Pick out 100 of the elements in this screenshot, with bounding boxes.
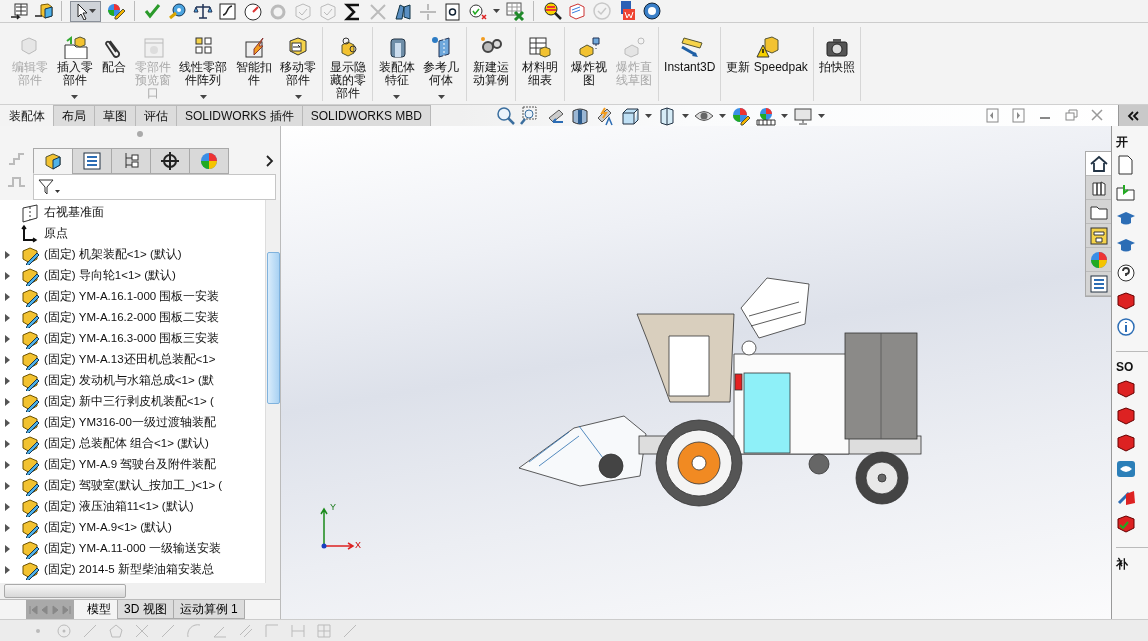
horizontal-scrollbar[interactable]	[0, 583, 280, 599]
caret-icon[interactable]	[71, 95, 79, 99]
expand-arrow-icon[interactable]	[4, 502, 12, 511]
expand-arrow-icon[interactable]	[4, 523, 12, 532]
next-pane-icon[interactable]	[1012, 108, 1026, 123]
tree-item[interactable]: (固定) YM-A.16.3-000 围板三安装	[44, 331, 220, 346]
toolbar-button[interactable]: 拍快照	[815, 27, 858, 101]
grid-cross-icon[interactable]	[505, 1, 525, 21]
vertical-scrollbar[interactable]	[265, 200, 280, 583]
toolbar-button[interactable]: 配合	[96, 27, 131, 101]
tree-item[interactable]: (固定) YM-A.9 驾驶台及附件装配	[44, 457, 217, 472]
check-cross-icon[interactable]	[468, 1, 488, 21]
cube-logo-icon[interactable]	[1116, 405, 1136, 425]
scene-icon[interactable]	[756, 105, 777, 126]
gauge-icon[interactable]	[243, 1, 263, 21]
eye-badge-icon[interactable]	[1116, 459, 1136, 479]
tree-item[interactable]: 原点	[44, 226, 68, 241]
help-circle-icon[interactable]	[1116, 263, 1136, 283]
tree-item[interactable]: (固定) YM-A.9<1> (默认)	[44, 520, 172, 535]
filter-field[interactable]	[33, 174, 276, 200]
cube-logo-icon[interactable]	[1116, 378, 1136, 398]
expand-arrow-icon[interactable]	[4, 250, 12, 259]
view-orientation-icon[interactable]	[620, 105, 641, 126]
expand-arrow-icon[interactable]	[4, 418, 12, 427]
curve-icon[interactable]	[218, 1, 238, 21]
toolbar-button[interactable]: 更新 Speedpak	[723, 27, 811, 101]
tape-measure-icon[interactable]	[168, 1, 188, 21]
ribbon-tab[interactable]: SOLIDWORKS 插件	[176, 105, 303, 126]
section-view-icon[interactable]	[570, 105, 591, 126]
toolbar-button[interactable]: 材料明细表	[517, 27, 563, 101]
tree-item[interactable]: 右视基准面	[44, 205, 104, 220]
caret-icon[interactable]	[818, 113, 826, 118]
faded-check-box-icon[interactable]	[318, 1, 338, 21]
tree-item[interactable]: (固定) 驾驶室(默认_按加工_)<1> (	[44, 478, 223, 493]
spellcheck-icon[interactable]	[143, 1, 163, 21]
ribbon-tab[interactable]: 草图	[94, 105, 136, 126]
previous-pane-icon[interactable]	[986, 108, 1000, 123]
grip-dot-icon[interactable]	[136, 130, 144, 138]
tree-item[interactable]: (固定) 2014-5 新型柴油箱安装总	[44, 562, 214, 577]
chevron-right-icon[interactable]	[265, 155, 274, 167]
collapse-button[interactable]	[1118, 105, 1148, 126]
tree-item[interactable]: (固定) 导向轮1<1> (默认)	[44, 268, 176, 283]
info-icon[interactable]	[1116, 317, 1136, 337]
expand-arrow-icon[interactable]	[4, 544, 12, 553]
color-pencil-icon[interactable]	[731, 105, 752, 126]
tree-item[interactable]: (固定) 发动机与水箱总成<1> (默	[44, 373, 214, 388]
close-icon[interactable]	[1090, 108, 1104, 123]
caret-icon[interactable]	[294, 95, 302, 99]
caret-icon[interactable]	[199, 95, 207, 99]
toolbar-button[interactable]: 移动零部件	[275, 27, 321, 101]
tree-item[interactable]: (固定) YM316-00一级过渡轴装配	[44, 415, 216, 430]
tree-item[interactable]: (固定) YM-A.13还田机总装配<1>	[44, 352, 216, 367]
zoom-to-fit-icon[interactable]	[495, 105, 516, 126]
folder-arrow-icon[interactable]	[1116, 182, 1136, 202]
panel-tab[interactable]	[72, 148, 112, 174]
cube-check-icon[interactable]	[1116, 513, 1136, 533]
caret-icon[interactable]	[393, 95, 401, 99]
tree-item[interactable]: (固定) 总装配体 组合<1> (默认)	[44, 436, 209, 451]
toolbar-button[interactable]: 线性零部件阵列	[175, 27, 232, 101]
cube-arrow-icon[interactable]	[34, 2, 53, 20]
caret-icon[interactable]	[493, 9, 500, 13]
expand-arrow-icon[interactable]	[4, 313, 12, 322]
select-tool-button[interactable]	[70, 0, 101, 22]
caret-icon[interactable]	[645, 113, 653, 118]
expand-arrow-icon[interactable]	[4, 355, 12, 364]
faded-check-box-icon[interactable]	[293, 1, 313, 21]
color-pencil-icon[interactable]	[106, 2, 126, 20]
rainbow-magnifier-icon[interactable]	[542, 1, 562, 21]
tree-item[interactable]: (固定) 液压油箱11<1> (默认)	[44, 499, 194, 514]
expand-arrow-icon[interactable]	[4, 292, 12, 301]
toolbar-button[interactable]: 显示隐藏的零部件	[325, 27, 370, 101]
cube-logo-icon[interactable]	[1116, 432, 1136, 452]
caret-icon[interactable]	[437, 95, 445, 99]
expand-arrow-icon[interactable]	[4, 397, 12, 406]
tree-item[interactable]: (固定) 新中三行剥皮机装配<1> (	[44, 394, 214, 409]
ribbon-tab[interactable]: 评估	[135, 105, 177, 126]
caret-icon[interactable]	[719, 113, 727, 118]
toolbar-button[interactable]: 智能扣件	[231, 27, 276, 101]
toolbar-button[interactable]: 插入零部件	[52, 27, 97, 101]
panel-tab[interactable]	[150, 148, 190, 174]
balance-scale-icon[interactable]	[193, 1, 213, 21]
document-icon[interactable]	[1116, 155, 1136, 175]
expand-arrow-icon[interactable]	[4, 439, 12, 448]
toolbar-button[interactable]: Instant3D	[661, 27, 719, 101]
panel-tab[interactable]	[33, 148, 73, 174]
caret-icon[interactable]	[781, 113, 789, 118]
tree-item[interactable]: (固定) YM-A.11-000 一级输送安装	[44, 541, 221, 556]
expand-arrow-icon[interactable]	[4, 376, 12, 385]
hatched-part-icon[interactable]	[567, 1, 587, 21]
toolbar-button[interactable]: 装配体特征	[374, 27, 420, 101]
tree-item[interactable]: (固定) 机架装配<1> (默认)	[44, 247, 182, 262]
expand-arrow-icon[interactable]	[4, 460, 12, 469]
panels-icon[interactable]	[393, 1, 413, 21]
expand-arrow-icon[interactable]	[4, 481, 12, 490]
expand-arrow-icon[interactable]	[4, 271, 12, 280]
toolbar-button[interactable]: 新建运动算例	[468, 27, 513, 101]
bottom-tab[interactable]: 3D 视图	[117, 600, 174, 619]
caret-icon[interactable]	[682, 113, 690, 118]
tree-item[interactable]: (固定) YM-A.16.1-000 围板一安装	[44, 289, 220, 304]
grid-arrow-icon[interactable]	[10, 2, 29, 20]
